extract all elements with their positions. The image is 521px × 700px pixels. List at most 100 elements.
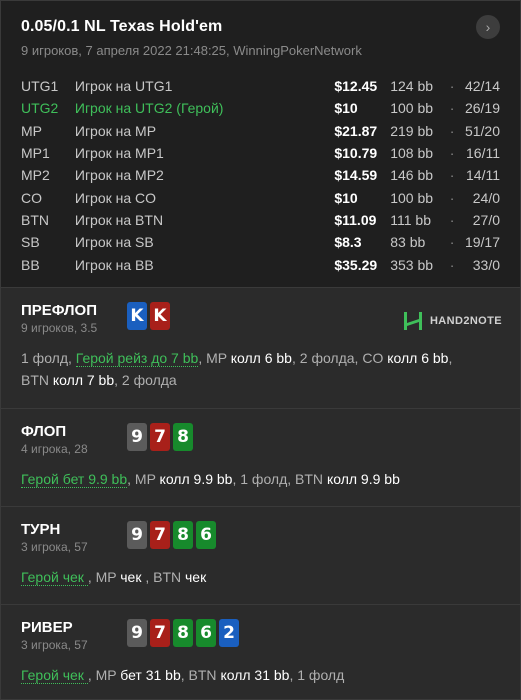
playing-card: 8 xyxy=(173,521,193,549)
player-position: CO xyxy=(21,189,42,206)
player-row[interactable]: BB Игрок на BB $35.29 353 bb · 33/0 xyxy=(21,253,500,275)
playing-card: 6 xyxy=(196,619,216,647)
playing-card: 7 xyxy=(150,619,170,647)
action-text: 1 фолд, xyxy=(21,350,76,366)
separator-dot: · xyxy=(449,167,455,184)
street-label: РИВЕР 3 игрока, 57 xyxy=(21,619,127,652)
player-row[interactable]: BTN Игрок на BTN $11.09 111 bb · 27/0 xyxy=(21,209,500,231)
player-row[interactable]: MP Игрок на MP $21.87 219 bb · 51/20 xyxy=(21,120,500,142)
action-amount: колл 7 bb xyxy=(52,372,115,388)
player-row[interactable]: MP1 Игрок на MP1 $10.79 108 bb · 16/11 xyxy=(21,142,500,164)
player-position: BTN xyxy=(21,211,49,228)
player-position: MP2 xyxy=(21,167,50,184)
player-stack-bb: 83 bb xyxy=(390,234,426,251)
playing-card: 8 xyxy=(173,423,193,451)
player-stack: $12.45 xyxy=(334,78,378,95)
playing-card: 9 xyxy=(127,619,147,647)
player-stack-bb: 111 bb xyxy=(390,211,431,228)
street-header: ТУРН 3 игрока, 57 9786 xyxy=(21,521,500,554)
turn-actions: Герой чек , MP чек , BTN чек xyxy=(21,566,500,588)
action-amount: бет 31 bb xyxy=(120,667,181,683)
player-stats: 51/20 xyxy=(464,122,500,139)
hero-cards: KK xyxy=(127,302,170,330)
street-label: ФЛОП 4 игрока, 28 xyxy=(21,423,127,456)
action-line: Герой чек , MP бет 31 bb, BTN колл 31 bb… xyxy=(21,664,500,686)
playing-card: K xyxy=(127,302,147,330)
chevron-right-icon[interactable]: › xyxy=(476,15,500,39)
street-flop: ФЛОП 4 игрока, 28 978 Герой бет 9.9 bb, … xyxy=(1,409,520,507)
h2n-logo-icon xyxy=(403,312,422,330)
player-name: Игрок на BTN xyxy=(74,211,164,228)
action-text: , 2 фолда, CO xyxy=(291,350,388,366)
player-row[interactable]: UTG2 Игрок на UTG2 (Герой) $10 100 bb · 26/19 xyxy=(21,97,500,119)
street-header: РИВЕР 3 игрока, 57 97862 xyxy=(21,619,500,652)
hand-title: 0.05/0.1 NL Texas Hold'em xyxy=(21,18,223,35)
action-text: , MP xyxy=(127,471,160,487)
street-info: 3 игрока, 57 xyxy=(21,540,88,554)
action-line: BTN колл 7 bb, 2 фолда xyxy=(21,369,500,391)
player-position: MP1 xyxy=(21,145,50,162)
separator-dot: · xyxy=(449,256,455,273)
action-text: , BTN xyxy=(145,569,186,585)
street-label: ТУРН 3 игрока, 57 xyxy=(21,521,127,554)
street-preflop: ПРЕФЛОП 9 игроков, 3.5 KK HAND2NOTE 1 фо… xyxy=(1,288,520,409)
river-actions: Герой чек , MP бет 31 bb, BTN колл 31 bb… xyxy=(21,664,500,686)
title-row: 0.05/0.1 NL Texas Hold'em › xyxy=(21,15,500,39)
board-cards: 978 xyxy=(127,423,193,451)
action-text: , 1 фолд xyxy=(289,667,345,683)
player-position: UTG2 xyxy=(21,100,59,117)
player-stats: 14/11 xyxy=(466,167,500,184)
player-position: BB xyxy=(21,256,40,273)
player-row[interactable]: UTG1 Игрок на UTG1 $12.45 124 bb · 42/14 xyxy=(21,75,500,97)
hero-action: Герой чек xyxy=(21,569,88,586)
player-stack: $11.09 xyxy=(334,211,377,228)
hand-subtitle: 9 игроков, 7 апреля 2022 21:48:25, Winni… xyxy=(21,43,362,58)
action-text: , xyxy=(448,350,453,366)
player-name: Игрок на UTG2 (Герой) xyxy=(74,100,224,117)
separator-dot: · xyxy=(449,100,455,117)
player-name: Игрок на MP2 xyxy=(74,167,164,184)
flop-actions: Герой бет 9.9 bb, MP колл 9.9 bb, 1 фолд… xyxy=(21,468,500,490)
hand2note-logo: HAND2NOTE xyxy=(402,310,502,332)
board-cards: 97862 xyxy=(127,619,239,647)
playing-card: 9 xyxy=(127,521,147,549)
player-row[interactable]: SB Игрок на SB $8.3 83 bb · 19/17 xyxy=(21,231,500,253)
player-stats: 24/0 xyxy=(472,189,500,206)
playing-card: 2 xyxy=(219,619,239,647)
action-line: 1 фолд, Герой рейз до 7 bb, MP колл 6 bb… xyxy=(21,347,500,369)
player-row[interactable]: CO Игрок на CO $10 100 bb · 24/0 xyxy=(21,186,500,208)
action-text: , 2 фолда xyxy=(114,372,177,388)
street-turn: ТУРН 3 игрока, 57 9786 Герой чек , MP че… xyxy=(1,507,520,605)
action-amount: колл 9.9 bb xyxy=(326,471,400,487)
player-position: UTG1 xyxy=(21,78,59,95)
street-info: 4 игрока, 28 xyxy=(21,442,88,456)
logo-text: HAND2NOTE xyxy=(429,315,502,327)
action-text: , BTN xyxy=(180,667,221,683)
action-amount: колл 6 bb xyxy=(230,350,292,366)
action-text: , MP xyxy=(87,569,121,585)
player-stack-bb: 124 bb xyxy=(390,78,434,95)
player-stack: $10 xyxy=(334,100,358,117)
player-stack: $10 xyxy=(334,189,358,206)
hero-action: Герой бет 9.9 bb xyxy=(21,471,128,488)
street-header: ФЛОП 4 игрока, 28 978 xyxy=(21,423,500,456)
player-name: Игрок на BB xyxy=(74,256,154,273)
street-name: РИВЕР xyxy=(21,619,73,636)
action-line: Герой бет 9.9 bb, MP колл 9.9 bb, 1 фолд… xyxy=(21,468,500,490)
street-name: ТУРН xyxy=(21,521,61,538)
action-line: Герой чек , MP чек , BTN чек xyxy=(21,566,500,588)
separator-dot: · xyxy=(449,78,455,95)
player-name: Игрок на UTG1 xyxy=(74,78,173,95)
player-stats: 19/17 xyxy=(464,234,500,251)
playing-card: 6 xyxy=(196,521,216,549)
player-stack-bb: 108 bb xyxy=(390,145,434,162)
playing-card: 9 xyxy=(127,423,147,451)
player-row[interactable]: MP2 Игрок на MP2 $14.59 146 bb · 14/11 xyxy=(21,164,500,186)
player-name: Игрок на MP xyxy=(74,122,157,139)
action-amount: чек xyxy=(185,569,207,585)
player-stack: $35.29 xyxy=(334,256,378,273)
player-stack-bb: 100 bb xyxy=(390,189,434,206)
action-amount: колл 31 bb xyxy=(220,667,290,683)
player-stack: $10.79 xyxy=(334,145,378,162)
street-name: ПРЕФЛОП xyxy=(21,302,97,319)
